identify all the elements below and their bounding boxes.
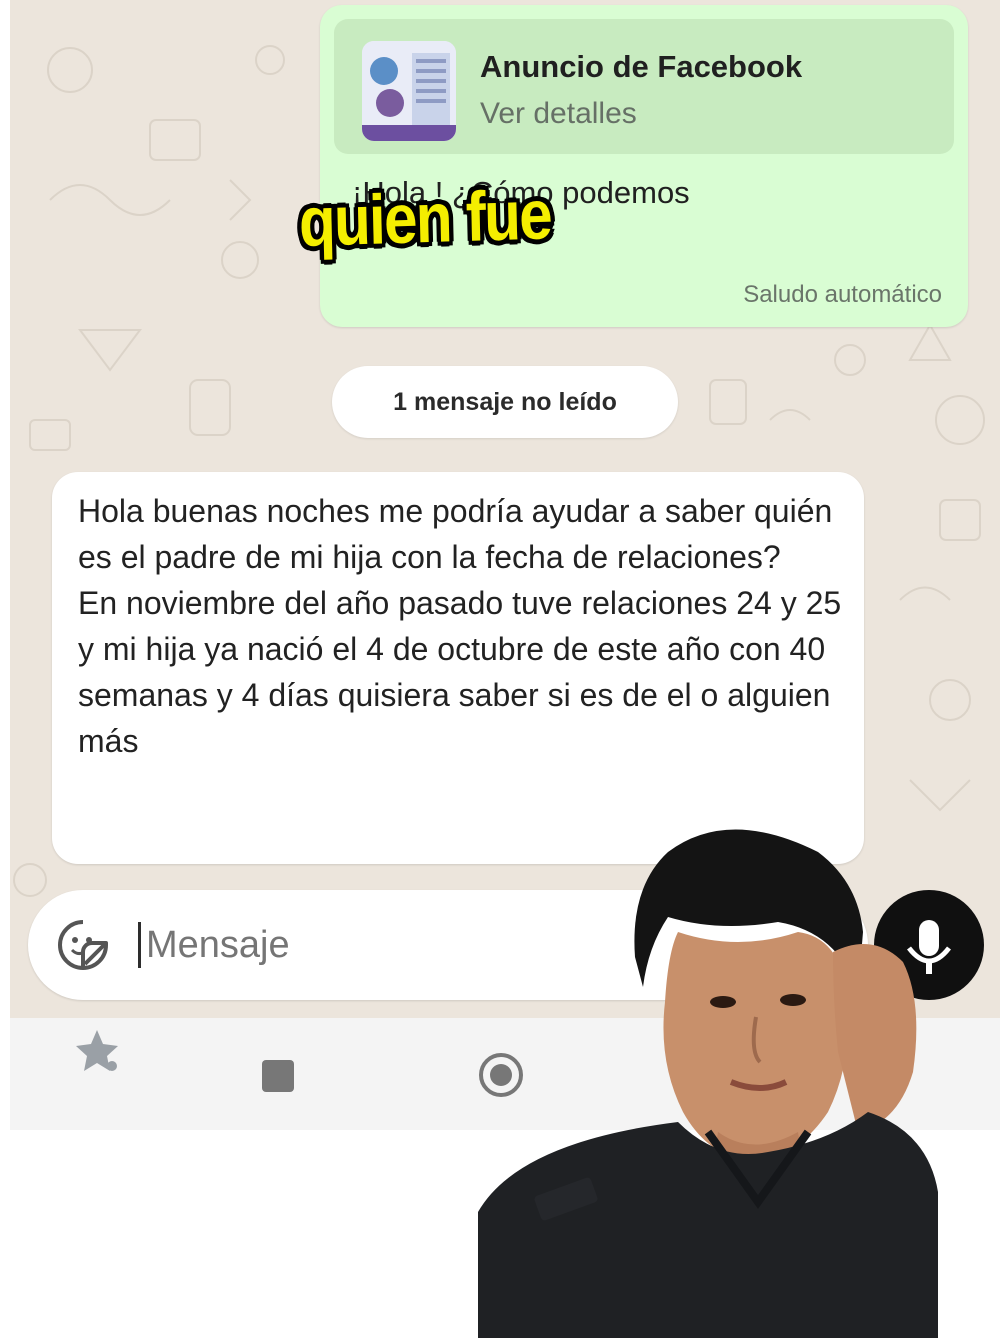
ad-title: Anuncio de Facebook	[480, 49, 803, 84]
sparkle-icon[interactable]	[72, 1026, 122, 1076]
ad-details-link[interactable]: Ver detalles	[480, 97, 637, 131]
ad-thumbnail	[362, 41, 456, 141]
text-cursor	[138, 922, 141, 968]
square-stop-icon[interactable]	[258, 1056, 298, 1096]
ad-thumbnail-image	[362, 41, 456, 141]
outgoing-message-bubble: Anuncio de Facebook Ver detalles ¡Hola !…	[320, 5, 968, 327]
caption-overlay: quien fue	[298, 175, 552, 261]
sticker-emoji-icon[interactable]	[56, 918, 110, 972]
auto-greeting-label: Saludo automático	[743, 281, 942, 308]
unread-messages-indicator: 1 mensaje no leído	[332, 366, 678, 438]
facebook-ad-card[interactable]: Anuncio de Facebook Ver detalles	[334, 19, 954, 154]
incoming-message-bubble: Hola buenas noches me podría ayudar a sa…	[52, 472, 864, 864]
incoming-message-text: Hola buenas noches me podría ayudar a sa…	[78, 493, 842, 759]
presenter-photo	[478, 829, 938, 1338]
